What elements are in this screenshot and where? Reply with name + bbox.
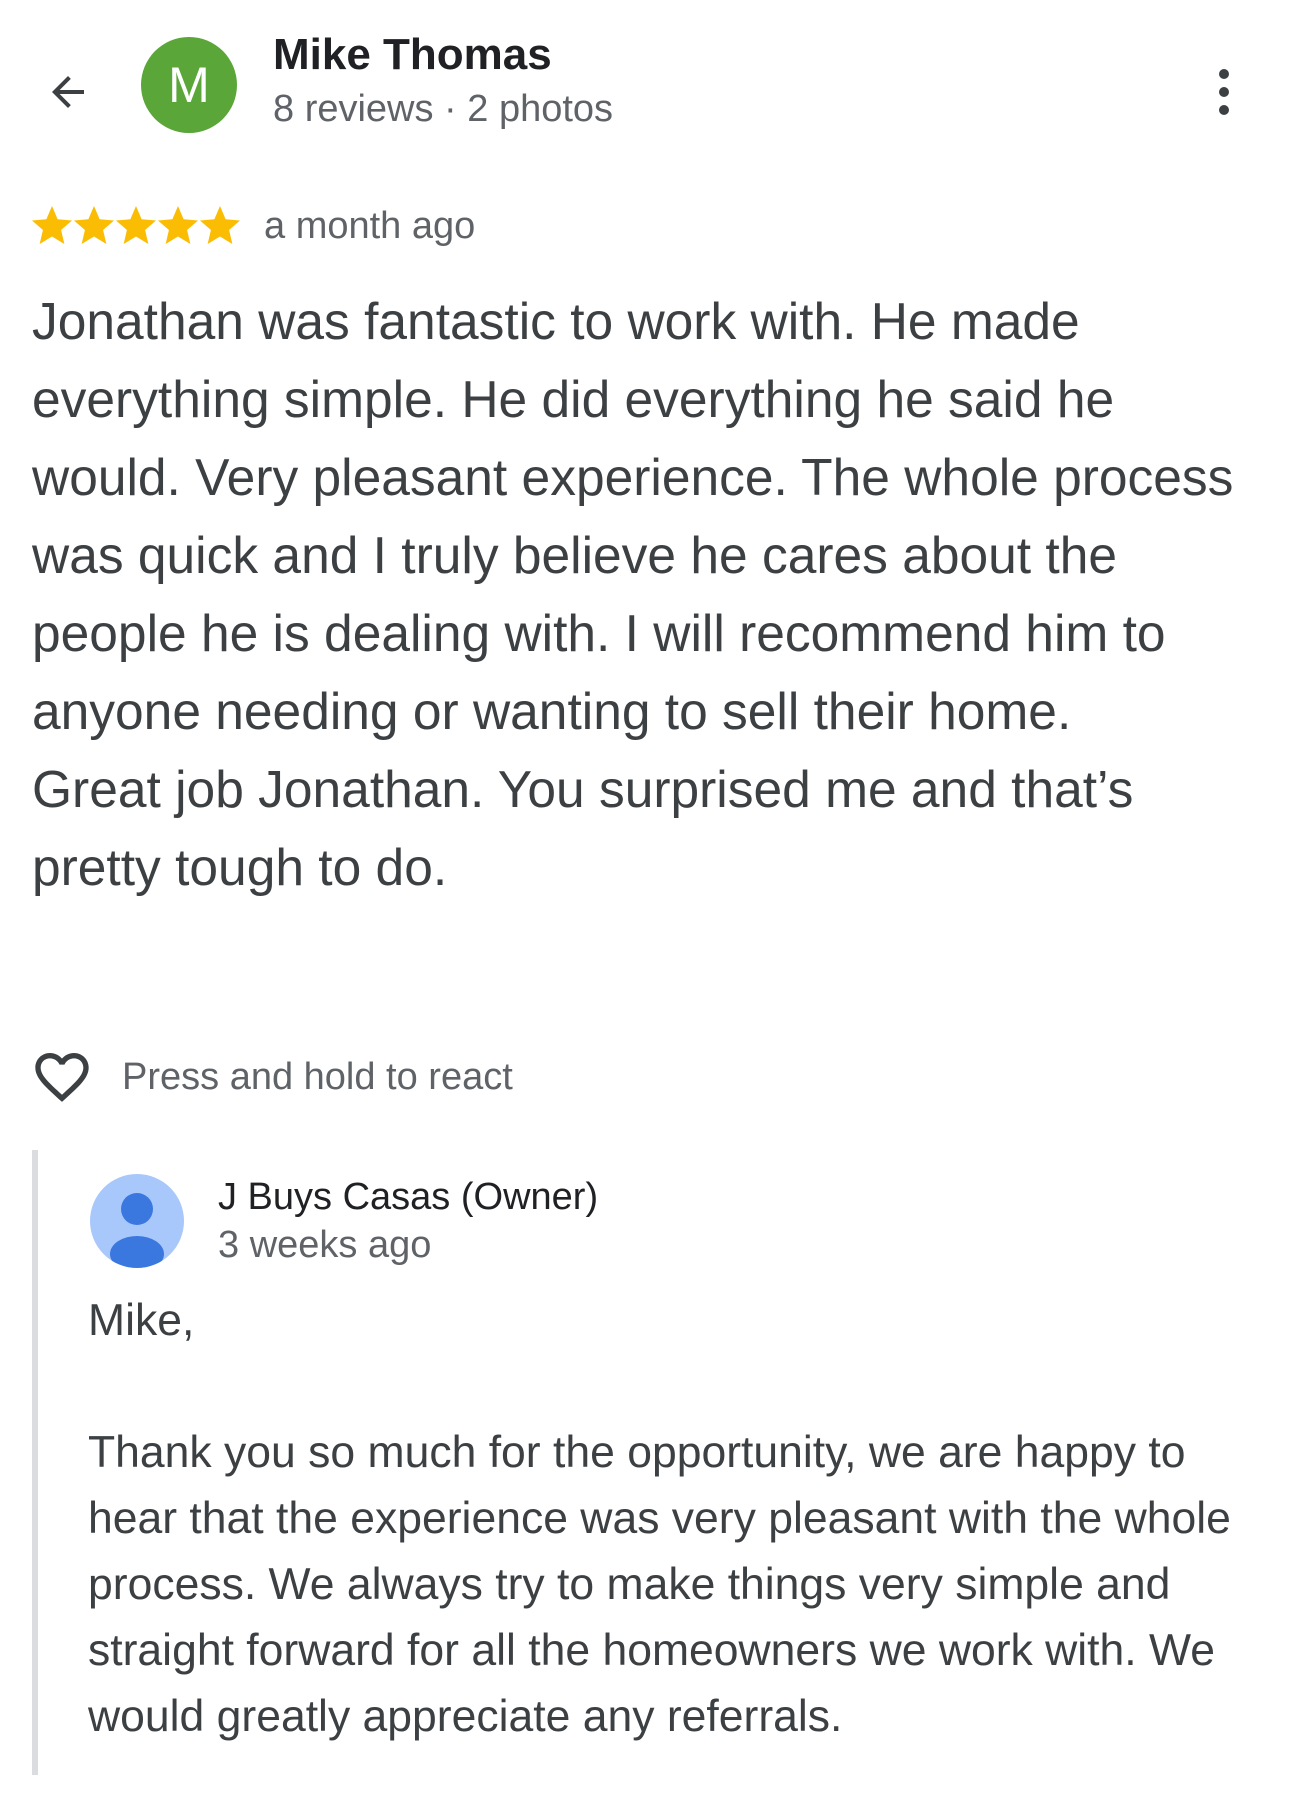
person-avatar-icon (90, 1174, 184, 1268)
author-meta: 8 reviews · 2 photos (273, 88, 614, 130)
rating-row: a month ago (32, 200, 475, 252)
owner-reply-text: Mike, Thank you so much for the opportun… (88, 1296, 1231, 1741)
star-rating (32, 206, 240, 246)
react-label: Press and hold to react (122, 1055, 513, 1098)
star-icon (32, 206, 72, 244)
star-icon (74, 206, 114, 244)
review-header: M Mike Thomas 8 reviews · 2 photos (0, 0, 1293, 170)
heart-outline-icon (35, 1053, 89, 1102)
back-button[interactable] (36, 60, 100, 124)
author-avatar[interactable]: M (141, 37, 237, 133)
owner-name: J Buys Casas (Owner) (218, 1176, 599, 1218)
more-options-button[interactable] (1196, 56, 1252, 128)
star-icon (158, 206, 198, 244)
star-icon (116, 206, 156, 244)
review-time: a month ago (264, 204, 476, 247)
author-avatar-letter: M (168, 57, 210, 113)
more-vertical-icon (1219, 69, 1229, 115)
owner-reply-time: 3 weeks ago (218, 1224, 432, 1266)
owner-reply: J Buys Casas (Owner) 3 weeks ago Mike, T… (32, 1150, 1278, 1775)
react-button[interactable]: Press and hold to react (30, 1045, 513, 1109)
author-name[interactable]: Mike Thomas (273, 30, 552, 80)
arrow-back-icon (52, 76, 84, 108)
review-text: Jonathan was fantastic to work with. He … (32, 292, 1234, 896)
star-icon (200, 206, 240, 244)
